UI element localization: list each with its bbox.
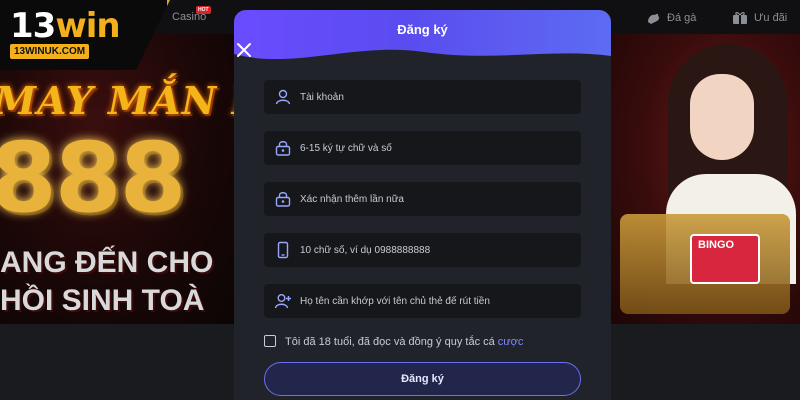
user-add-icon (274, 294, 291, 309)
logo-text: 13win (10, 6, 121, 46)
nav-daga[interactable]: Đá gà (645, 11, 696, 25)
confirm-password-field[interactable] (264, 182, 581, 216)
gift-icon (733, 12, 747, 24)
nav-daga-label: Đá gà (667, 12, 697, 24)
bingo-label: BINGO (698, 239, 735, 251)
nav-uudai-label: Ưu đãi (754, 12, 788, 24)
lock-icon (275, 192, 291, 207)
phone-icon (277, 241, 289, 259)
phone-field[interactable] (264, 233, 581, 267)
password-input[interactable] (300, 142, 570, 154)
register-modal: Đăng ký Tài khoản 10 chữ số, ví dụ 09888… (234, 10, 611, 400)
banner-line-2: HỒI SINH TOÀ (0, 284, 205, 317)
promo-banner-right: BINGO (610, 34, 800, 324)
agreement-link[interactable]: cược (498, 336, 524, 348)
model-face (690, 74, 754, 160)
agreement-text: Tôi đã 18 tuổi, đã đọc và đồng ý quy tắc… (285, 336, 495, 348)
fullname-field[interactable] (264, 284, 581, 318)
bingo-card: BINGO (690, 234, 760, 284)
close-icon[interactable] (234, 40, 254, 60)
promo-banner-left: MAY MẮN K 888 ANG ĐẾN CHO HỒI SINH TOÀ (0, 34, 235, 324)
password-field[interactable] (264, 131, 581, 165)
agreement-row: Tôi đã 18 tuổi, đã đọc và đồng ý quy tắc… (264, 332, 523, 350)
agree-checkbox[interactable] (264, 335, 276, 347)
logo-suffix: win (55, 6, 120, 46)
banner-line-1: ANG ĐẾN CHO (0, 246, 214, 279)
nav-uudai[interactable]: Ưu đãi (732, 11, 787, 25)
logo-domain: 13WINUK.COM (10, 44, 90, 59)
confirm-password-input[interactable] (300, 193, 570, 205)
agreement-text-wrap: Tôi đã 18 tuổi, đã đọc và đồng ý quy tắc… (285, 332, 523, 350)
modal-header: Đăng ký (234, 10, 611, 74)
username-input[interactable] (300, 91, 570, 103)
hot-badge: HOT (196, 6, 211, 14)
rooster-icon (648, 13, 660, 24)
register-button[interactable]: Đăng ký (264, 362, 581, 396)
banner-title: MAY MẮN K (0, 78, 235, 123)
page: Casino HOT Đá gà Ưu đãi MAY MẮN K 888 AN… (0, 0, 800, 400)
username-field[interactable] (264, 80, 581, 114)
banner-number: 888 (0, 122, 186, 234)
phone-input[interactable] (300, 244, 570, 256)
header-wave (234, 49, 611, 74)
lock-icon (275, 141, 291, 156)
fullname-input[interactable] (300, 295, 570, 307)
logo-prefix: 13 (10, 6, 56, 46)
user-icon (275, 89, 291, 105)
modal-title: Đăng ký (397, 22, 448, 37)
